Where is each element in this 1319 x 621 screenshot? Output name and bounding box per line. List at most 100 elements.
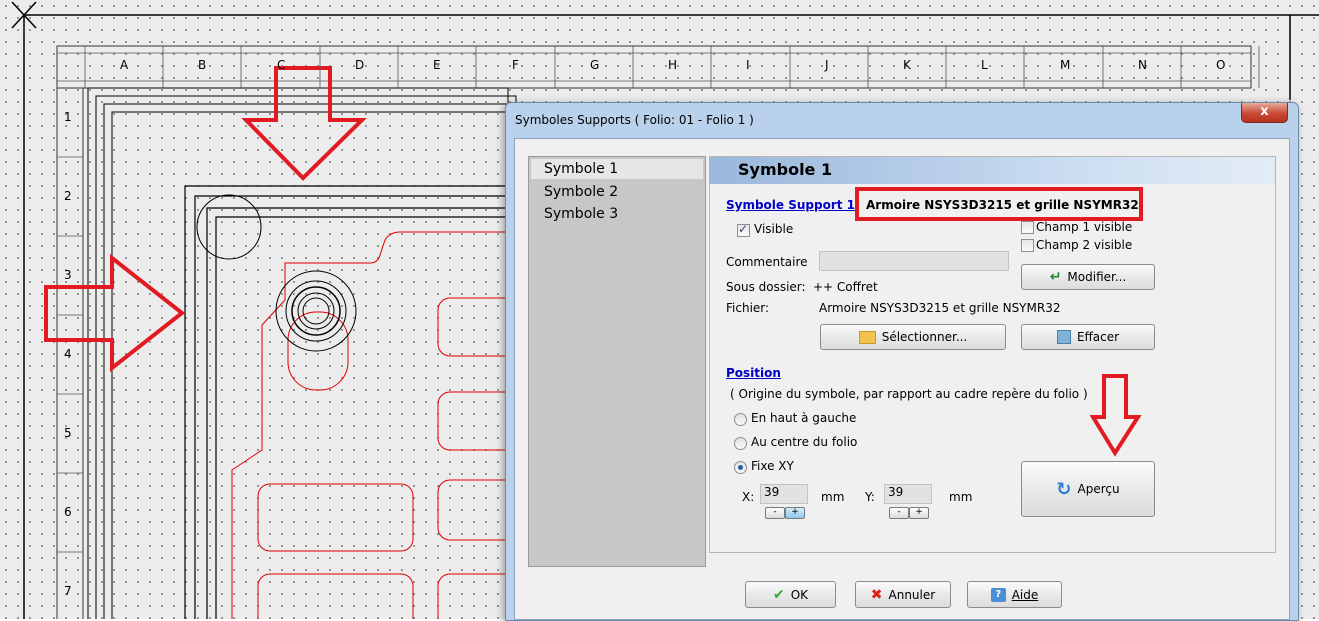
column-label: L (981, 58, 988, 72)
bolt-circle (285, 280, 347, 342)
list-item[interactable]: Symbole 3 (529, 203, 705, 225)
y-label: Y: (865, 490, 875, 504)
column-label: E (433, 58, 441, 72)
column-label: H (668, 58, 678, 72)
ok-button[interactable]: ✔ OK (745, 581, 836, 608)
inner-frame (103, 103, 525, 619)
x-increment-button[interactable]: + (785, 507, 805, 519)
radio-en-haut[interactable] (734, 413, 747, 426)
refresh-icon: ↻ (1056, 478, 1072, 500)
row-label: 3 (64, 268, 72, 282)
cutout (257, 483, 414, 552)
apercu-button[interactable]: ↻ Aperçu (1021, 461, 1155, 517)
inner-frame (111, 111, 533, 619)
row-label: 1 (64, 110, 72, 124)
champ1-checkbox[interactable] (1021, 221, 1034, 234)
row-label: 2 (64, 189, 72, 203)
modifier-label: Modifier... (1067, 270, 1127, 284)
x-label: X: (742, 490, 755, 504)
champ2-checkbox[interactable] (1021, 239, 1034, 252)
commentaire-field[interactable] (819, 251, 1009, 271)
radio-centre[interactable] (734, 437, 747, 450)
x-input[interactable]: 39 (760, 484, 808, 504)
cabinet-outline (206, 207, 520, 619)
y-decrement-button[interactable]: - (889, 507, 909, 519)
effacer-button[interactable]: Effacer (1021, 324, 1155, 350)
highlight-box-annotation (855, 187, 1143, 221)
position-note: ( Origine du symbole, par rapport au cad… (730, 387, 1088, 401)
row-label: 6 (64, 505, 72, 519)
mounting-plate-outline (231, 231, 520, 619)
column-label: B (198, 58, 207, 72)
column-label: J (825, 58, 829, 72)
aide-label: Aide (1011, 587, 1039, 602)
radio-en-haut-label: En haut à gauche (751, 411, 857, 425)
column-label: F (512, 58, 519, 72)
modifier-button[interactable]: ↵ Modifier... (1021, 264, 1155, 290)
apercu-label: Aperçu (1077, 482, 1120, 496)
list-item[interactable]: Symbole 1 (531, 159, 703, 179)
row-label: 4 (64, 347, 72, 361)
return-arrow-icon: ↵ (1049, 269, 1062, 285)
y-unit: mm (949, 490, 973, 504)
radio-fixe-xy-label: Fixe XY (751, 459, 794, 473)
cutout (257, 573, 414, 619)
selectionner-button[interactable]: Sélectionner... (820, 324, 1006, 350)
annuler-button[interactable]: ✖ Annuler (855, 581, 951, 608)
y-input[interactable]: 39 (884, 484, 932, 504)
visible-label: Visible (754, 222, 794, 236)
column-label: O (1216, 58, 1226, 72)
radio-fixe-xy[interactable] (734, 461, 747, 474)
column-label: M (1060, 58, 1071, 72)
cabinet-outline (194, 195, 520, 619)
commentaire-label: Commentaire (726, 255, 808, 269)
close-button[interactable]: x (1241, 103, 1288, 123)
champ2-label: Champ 2 visible (1036, 238, 1133, 252)
close-icon: x (1260, 104, 1269, 119)
aide-button[interactable]: ? Aide (967, 581, 1062, 608)
ok-label: OK (790, 587, 809, 602)
symbol-support-link[interactable]: Symbole Support 1 (726, 198, 855, 212)
y-increment-button[interactable]: + (909, 507, 929, 519)
column-label: A (120, 58, 129, 72)
column-label: N (1138, 58, 1147, 72)
fichier-value: Armoire NSYS3D3215 et grille NSYMR32 (819, 301, 1061, 315)
dialog-title: Symboles Supports ( Folio: 01 - Folio 1 … (515, 113, 754, 127)
column-label: I (746, 58, 750, 72)
column-label: C (277, 58, 286, 72)
bolt-circle (275, 270, 357, 352)
sous-dossier-label: Sous dossier: (726, 280, 806, 294)
sous-dossier-value: ++ Coffret (813, 280, 878, 294)
row-label: 7 (64, 584, 72, 598)
list-item[interactable]: Symbole 2 (529, 181, 705, 203)
x-decrement-button[interactable]: - (765, 507, 785, 519)
position-link[interactable]: Position (726, 366, 781, 380)
down-arrow-annotation (241, 66, 367, 181)
checkmark-icon: ✔ (772, 586, 785, 603)
title-bar[interactable]: Symboles Supports ( Folio: 01 - Folio 1 … (506, 103, 1298, 137)
eraser-icon (1056, 330, 1071, 344)
panel-header: Symbole 1 (710, 157, 1275, 184)
symboles-supports-dialog: Symboles Supports ( Folio: 01 - Folio 1 … (505, 102, 1299, 621)
folder-icon (858, 330, 876, 344)
cross-icon: ✖ (870, 586, 883, 603)
dialog-body: Symbole 1 Symbole 2 Symbole 3 Symbole 1 … (514, 138, 1290, 620)
bolt-circle (302, 297, 330, 325)
symbol-panel: Symbole 1 Symbole Support 1 Armoire NSYS… (709, 156, 1276, 553)
champ1-label: Champ 1 visible (1036, 220, 1133, 234)
selectionner-label: Sélectionner... (881, 330, 968, 344)
help-icon: ? (990, 587, 1006, 602)
symbol-list[interactable]: Symbole 1 Symbole 2 Symbole 3 (528, 156, 706, 567)
column-label: D (355, 58, 365, 72)
effacer-label: Effacer (1076, 330, 1120, 344)
visible-checkbox[interactable] (737, 222, 750, 237)
bolt-circle (291, 286, 341, 336)
fichier-label: Fichier: (726, 301, 770, 315)
row-label: 5 (64, 426, 72, 440)
column-label: K (903, 58, 911, 72)
annuler-label: Annuler (888, 587, 936, 602)
x-unit: mm (821, 490, 845, 504)
radio-centre-label: Au centre du folio (751, 435, 858, 449)
cabinet-outline (184, 185, 520, 619)
dialog-footer: ✔ OK ✖ Annuler ? Aide (515, 571, 1289, 619)
